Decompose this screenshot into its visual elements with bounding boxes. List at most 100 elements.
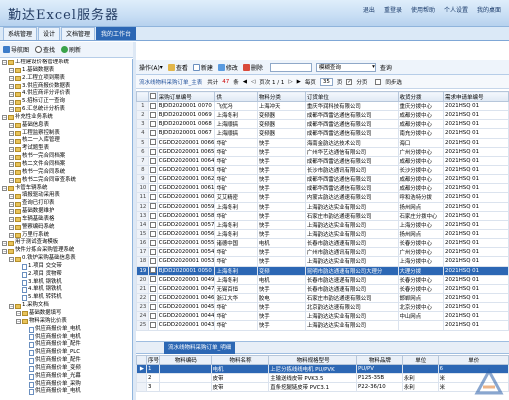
- column-header[interactable]: 物料编码: [158, 355, 212, 365]
- column-header[interactable]: 物料规格型号: [268, 355, 358, 365]
- operations-menu[interactable]: 操作(A) ▾: [139, 63, 163, 72]
- row-select-cell[interactable]: [147, 311, 158, 322]
- column-header[interactable]: 单价: [437, 355, 509, 365]
- expand-toggle-icon[interactable]: −: [2, 248, 7, 254]
- row-select-cell[interactable]: [147, 137, 158, 148]
- tree-node[interactable]: − 基础数据维护: [0, 208, 132, 216]
- tree-node[interactable]: − 车辆基础表格: [0, 216, 132, 224]
- row-select-cell[interactable]: [147, 128, 158, 139]
- expand-toggle-icon[interactable]: −: [9, 123, 14, 129]
- tree-node[interactable]: − 基础数据填写: [0, 310, 132, 318]
- row-checkbox[interactable]: [149, 148, 156, 155]
- tree-node[interactable]: +供应商报价单_PLC: [0, 349, 132, 357]
- tree-node[interactable]: − 查询已打印表: [0, 200, 132, 208]
- row-checkbox[interactable]: [149, 111, 156, 118]
- row-select-cell[interactable]: [147, 256, 158, 267]
- expand-toggle-icon[interactable]: −: [9, 91, 14, 97]
- expand-toggle-icon[interactable]: −: [16, 319, 21, 325]
- tree-node[interactable]: − 填报驱动采用表: [0, 192, 132, 200]
- table-row[interactable]: 25 CGDD2020001 0043 华矿 快手 上海韵达达实业有限公司 2021HSQ…: [136, 320, 509, 331]
- tree-node[interactable]: − 核二一入库管理: [0, 137, 132, 145]
- table-row[interactable]: 3 皮带 直条挖腿链皮带 PVC3.1 P22-36/10 永利米: [136, 382, 509, 392]
- expand-toggle-icon[interactable]: −: [2, 240, 7, 246]
- row-select-cell[interactable]: [147, 192, 158, 203]
- expand-toggle-icon[interactable]: −: [9, 256, 14, 262]
- query-button[interactable]: 查询: [380, 63, 392, 72]
- row-checkbox[interactable]: [149, 276, 156, 283]
- tree-node[interactable]: +供应商报价单_电机: [0, 326, 132, 334]
- sync-checkbox[interactable]: 同步选: [375, 78, 406, 86]
- tree-node[interactable]: − 考试题型表: [0, 145, 132, 153]
- table-row[interactable]: 13 CGDD2020001 0058 华矿 快手 石家庄市韵达通速有限公司 石家庄分拨中…: [136, 210, 509, 221]
- select-all-checkbox[interactable]: [149, 93, 156, 100]
- row-checkbox[interactable]: [149, 322, 156, 329]
- row-select-cell[interactable]: [147, 283, 158, 294]
- row-checkbox[interactable]: [149, 166, 156, 173]
- tree-node[interactable]: − 5.招标订正一查询: [0, 98, 132, 106]
- tree-node[interactable]: − 快件分拣合采购管理系统: [0, 247, 132, 255]
- table-row[interactable]: 22 CGDD2020001 0046 浙江大华 胶电 石家庄市韵达通速有限公司 邯郸网点…: [136, 292, 509, 304]
- expand-toggle-icon[interactable]: −: [9, 131, 14, 137]
- tree-node[interactable]: − 卡管车辆系统: [0, 185, 132, 193]
- table-row[interactable]: 23 CGDD2020001 0045 华矿 快手 北京韵达达速有限公司 北京分拨中心 20…: [136, 302, 509, 313]
- table-row[interactable]: 17 CGDD2020001 0054 华矿 快手 广州市韵达通讯有限公司 广州分拨中心 2…: [136, 247, 509, 258]
- column-header[interactable]: 订货单位: [304, 91, 399, 102]
- logout-link[interactable]: 退出: [363, 5, 375, 14]
- help-link[interactable]: 使用帮助: [411, 5, 435, 14]
- expand-toggle-icon[interactable]: −: [2, 185, 7, 191]
- tree-node[interactable]: +3.单机 钢铁机: [0, 279, 132, 287]
- next-page-button[interactable]: ▷: [288, 79, 292, 85]
- row-checkbox[interactable]: [149, 303, 156, 310]
- tree-node[interactable]: − 核书一完合同系统: [0, 169, 132, 177]
- tree-node[interactable]: − 工程建设价格管理系统: [0, 59, 132, 67]
- table-row[interactable]: 15 CGDD2020001 0056 上海冬利 快手 上海韵达达实业有限公司 扬州网点 2…: [136, 228, 509, 240]
- tree-node[interactable]: − 2.工程立项到期表: [0, 75, 132, 83]
- row-select-cell[interactable]: [147, 228, 158, 240]
- table-row[interactable]: 4 BJDD2020001 0067 上海顺搞 变频器 成都华西雷达通信有限公司 南充分拨…: [136, 128, 509, 139]
- find-button[interactable]: 查找: [35, 45, 55, 54]
- row-checkbox[interactable]: [149, 258, 156, 265]
- tree-node[interactable]: − 核二文件合同档案: [0, 161, 132, 169]
- row-select-cell[interactable]: [147, 164, 158, 176]
- tree-node[interactable]: +供应商报价单_变频: [0, 365, 132, 373]
- tab-my-workbench[interactable]: 我的工作台: [96, 27, 137, 40]
- tree-node[interactable]: − 基础信息表: [0, 122, 132, 130]
- expand-toggle-icon[interactable]: −: [9, 76, 14, 82]
- table-row[interactable]: 20 CGDD2020001 0049 上海冬利 电机 长春市韵达速递有限公司 长春分拨中…: [136, 274, 509, 285]
- tree-node[interactable]: +供应商报价单_光幕: [0, 373, 132, 381]
- expand-toggle-icon[interactable]: −: [9, 303, 14, 309]
- expand-toggle-icon[interactable]: −: [9, 154, 14, 160]
- expand-toggle-icon[interactable]: −: [9, 99, 14, 105]
- table-row[interactable]: 7 CGDD2020001 0064 华矿 快手 成都华西雷达通信有限公司 成都分拨中心 2…: [136, 155, 509, 166]
- expand-toggle-icon[interactable]: −: [9, 146, 14, 152]
- row-checkbox[interactable]: [149, 267, 156, 274]
- row-checkbox[interactable]: [149, 175, 156, 182]
- column-header[interactable]: 物料品牌: [356, 355, 403, 365]
- row-checkbox[interactable]: [149, 139, 156, 146]
- select-all-header[interactable]: [147, 91, 158, 102]
- table-row[interactable]: 21 CGDD2020001 0047 无锡百恒 快手 长春市韵达通速有限公司 长春分拨中…: [136, 283, 509, 294]
- my-desktop-link[interactable]: 我的桌面: [477, 5, 501, 14]
- row-select-cell[interactable]: [147, 183, 158, 194]
- row-checkbox[interactable]: [149, 194, 156, 201]
- tab-system-management[interactable]: 系统管理: [3, 27, 38, 40]
- expand-toggle-icon[interactable]: −: [9, 225, 14, 231]
- row-select-cell[interactable]: [147, 210, 158, 221]
- row-select-cell[interactable]: [147, 155, 158, 166]
- view-button[interactable]: 查看: [167, 63, 188, 72]
- table-row[interactable]: 16 CGDD2020001 0055 诸德中国 电机 长春市韵达通速有限公司 长春分拨中…: [136, 238, 509, 249]
- table-row[interactable]: 24 CGDD2020001 0044 华矿 快手 上海韵达达实业有限公司 中山网点 202…: [136, 311, 509, 322]
- row-select-cell[interactable]: [147, 265, 158, 276]
- row-select-cell[interactable]: [147, 174, 158, 185]
- row-checkbox[interactable]: [149, 285, 156, 292]
- row-checkbox[interactable]: [149, 230, 156, 237]
- last-page-button[interactable]: ▶: [297, 79, 301, 85]
- table-row[interactable]: 14 CGDD2020001 0057 上海冬利 快手 上海韵达达实业有限公司 上海分拨中…: [136, 219, 509, 230]
- row-select-cell[interactable]: [147, 320, 158, 331]
- expand-toggle-icon[interactable]: −: [9, 138, 14, 144]
- tree-node[interactable]: +供应商报价单_电机: [0, 388, 132, 396]
- expand-toggle-icon[interactable]: −: [9, 68, 14, 74]
- row-select-cell[interactable]: [147, 292, 158, 304]
- expand-toggle-icon[interactable]: −: [2, 115, 7, 121]
- tree-node[interactable]: +供应商报价单_配件: [0, 357, 132, 365]
